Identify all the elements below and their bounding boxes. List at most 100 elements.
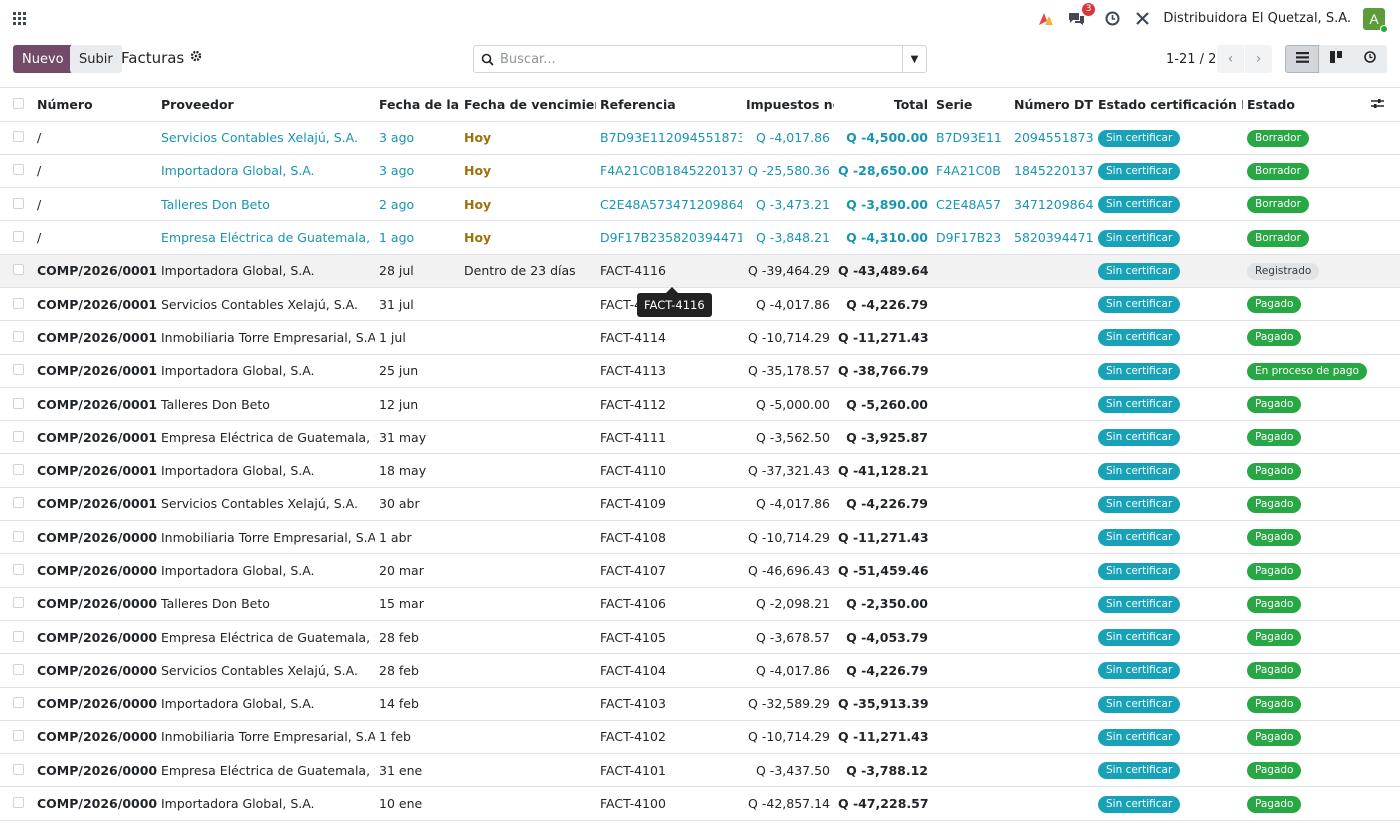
- table-row[interactable]: COMP/2026/00002 Empresa Eléctrica de Guat…: [0, 753, 1400, 788]
- cell-invoice-date: 30 abr: [375, 487, 460, 522]
- new-button[interactable]: Nuevo: [13, 45, 73, 73]
- fel-status-badge: Sin certificar: [1098, 296, 1181, 314]
- cell-spacer: [1367, 720, 1400, 755]
- cell-tax-excluded: Q -10,714.29: [742, 320, 834, 355]
- table-row[interactable]: COMP/2026/00014 Importadora Global, S.A. 2…: [0, 354, 1400, 388]
- row-checkbox[interactable]: [0, 287, 33, 322]
- select-all-checkbox[interactable]: [0, 88, 33, 122]
- pager-next-button[interactable]: ›: [1245, 45, 1272, 73]
- table-row[interactable]: COMP/2026/00001 Importadora Global, S.A. 1…: [0, 786, 1400, 821]
- cell-dte-number: [1006, 620, 1094, 655]
- table-row[interactable]: COMP/2026/00005 Servicios Contables Xelaj…: [0, 653, 1400, 688]
- cell-fel-status: Sin certificar: [1094, 187, 1243, 222]
- row-checkbox[interactable]: [0, 220, 33, 255]
- status-badge: Pagado: [1247, 296, 1302, 314]
- table-row[interactable]: / Servicios Contables Xelajú, S.A. 3 ago Ho…: [0, 121, 1400, 155]
- cell-reference: C2E48A573471209864: [596, 187, 742, 222]
- column-header[interactable]: Fecha de vencimiento: [460, 88, 596, 122]
- column-header[interactable]: Fecha de la ...: [375, 88, 460, 122]
- table-row[interactable]: / Importadora Global, S.A. 3 ago Hoy F4A21C0…: [0, 154, 1400, 189]
- messages-icon[interactable]: 3: [1065, 2, 1096, 30]
- search-input[interactable]: [500, 51, 902, 67]
- column-header[interactable]: Serie: [932, 88, 1006, 122]
- pager-previous-button[interactable]: ‹: [1217, 45, 1244, 73]
- status-badge: Pagado: [1247, 695, 1302, 713]
- row-checkbox[interactable]: [0, 520, 33, 555]
- user-avatar[interactable]: A: [1363, 7, 1388, 33]
- activity-clock-icon[interactable]: [1101, 8, 1123, 30]
- cell-total: Q -3,890.00: [834, 187, 932, 222]
- row-checkbox[interactable]: [0, 420, 33, 455]
- table-row[interactable]: COMP/2026/00007 Talleres Don Beto 15 mar FA…: [0, 587, 1400, 621]
- cell-dte-number: [1006, 553, 1094, 588]
- row-checkbox[interactable]: [0, 254, 33, 288]
- cell-invoice-date: 1 abr: [375, 520, 460, 555]
- row-checkbox[interactable]: [0, 154, 33, 189]
- row-checkbox[interactable]: [0, 553, 33, 588]
- table-row[interactable]: COMP/2026/00012 Empresa Eléctrica de Guat…: [0, 420, 1400, 455]
- table-row[interactable]: COMP/2026/00003 Inmobiliaria Torre Empres…: [0, 720, 1400, 755]
- row-checkbox[interactable]: [0, 320, 33, 355]
- search-options-toggle[interactable]: ▼: [902, 46, 926, 72]
- table-row[interactable]: COMP/2026/00010 Servicios Contables Xelaj…: [0, 487, 1400, 522]
- cell-due-date: [460, 387, 596, 422]
- cell-reference: FACT-4108: [596, 520, 742, 555]
- cell-number: COMP/2026/00009: [33, 520, 157, 555]
- column-header[interactable]: Número: [33, 88, 157, 122]
- row-checkbox[interactable]: [0, 121, 33, 155]
- table-row[interactable]: / Empresa Eléctrica de Guatemala, S.A. 1 a…: [0, 220, 1400, 255]
- column-header[interactable]: Número DTE: [1006, 88, 1094, 122]
- row-checkbox[interactable]: [0, 187, 33, 222]
- cell-due-date: Hoy: [460, 154, 596, 189]
- column-header[interactable]: Total: [834, 88, 932, 122]
- cell-due-date: [460, 420, 596, 455]
- column-header[interactable]: Referencia: [596, 88, 742, 122]
- upload-button[interactable]: Subir: [70, 45, 122, 73]
- row-checkbox[interactable]: [0, 653, 33, 688]
- row-checkbox[interactable]: [0, 387, 33, 422]
- table-row[interactable]: COMP/2026/00009 Inmobiliaria Torre Empres…: [0, 520, 1400, 555]
- cell-spacer: [1367, 587, 1400, 621]
- status-badge: Pagado: [1247, 529, 1302, 547]
- column-header[interactable]: Estado: [1243, 88, 1367, 122]
- column-header[interactable]: Estado certificación FEL: [1094, 88, 1243, 122]
- pager-value[interactable]: 1-21 / 21: [1166, 52, 1225, 67]
- activity-view-button[interactable]: [1353, 45, 1387, 73]
- row-checkbox[interactable]: [0, 720, 33, 755]
- cell-serie: B7D93E11: [932, 121, 1006, 155]
- table-row[interactable]: COMP/2026/00011 Importadora Global, S.A. 1…: [0, 453, 1400, 488]
- table-row[interactable]: COMP/2026/00017 Importadora Global, S.A. 2…: [0, 254, 1400, 288]
- debug-tools-icon[interactable]: [1131, 8, 1153, 30]
- row-checkbox[interactable]: [0, 753, 33, 788]
- kanban-view-button[interactable]: [1319, 45, 1353, 73]
- status-badge: Pagado: [1247, 429, 1302, 447]
- table-row[interactable]: COMP/2026/00008 Importadora Global, S.A. 2…: [0, 553, 1400, 588]
- cell-serie: [932, 453, 1006, 488]
- row-checkbox[interactable]: [0, 354, 33, 388]
- table-row[interactable]: COMP/2026/00013 Talleres Don Beto 12 jun FA…: [0, 387, 1400, 422]
- table-row[interactable]: / Talleres Don Beto 2 ago Hoy C2E48A57347120…: [0, 187, 1400, 222]
- table-row[interactable]: COMP/2026/00006 Empresa Eléctrica de Guat…: [0, 620, 1400, 655]
- row-checkbox[interactable]: [0, 487, 33, 522]
- row-checkbox[interactable]: [0, 453, 33, 488]
- company-switcher[interactable]: Distribuidora El Quetzal, S.A.: [1163, 11, 1351, 26]
- search-icon: [474, 53, 500, 66]
- optional-columns-toggle[interactable]: [1367, 88, 1400, 122]
- table-row[interactable]: COMP/2026/00004 Importadora Global, S.A. 1…: [0, 687, 1400, 721]
- row-checkbox[interactable]: [0, 786, 33, 821]
- row-checkbox[interactable]: [0, 587, 33, 621]
- row-checkbox[interactable]: [0, 620, 33, 655]
- apps-menu-icon[interactable]: [13, 12, 26, 25]
- gear-icon[interactable]: [190, 50, 202, 66]
- fel-status-badge: Sin certificar: [1098, 728, 1181, 746]
- column-header[interactable]: Impuestos no ...: [742, 88, 834, 122]
- systray: 3 Distribuidora El Quetzal, S.A. A: [1027, 0, 1400, 37]
- table-row[interactable]: COMP/2026/00015 Inmobiliaria Torre Empres…: [0, 320, 1400, 355]
- column-header[interactable]: Proveedor: [157, 88, 375, 122]
- cell-invoice-date: 20 mar: [375, 553, 460, 588]
- cell-dte-number: [1006, 520, 1094, 555]
- search-bar: ▼: [473, 45, 927, 73]
- list-view-button[interactable]: [1285, 45, 1319, 73]
- row-checkbox[interactable]: [0, 687, 33, 721]
- ai-assistant-icon[interactable]: [1035, 8, 1057, 30]
